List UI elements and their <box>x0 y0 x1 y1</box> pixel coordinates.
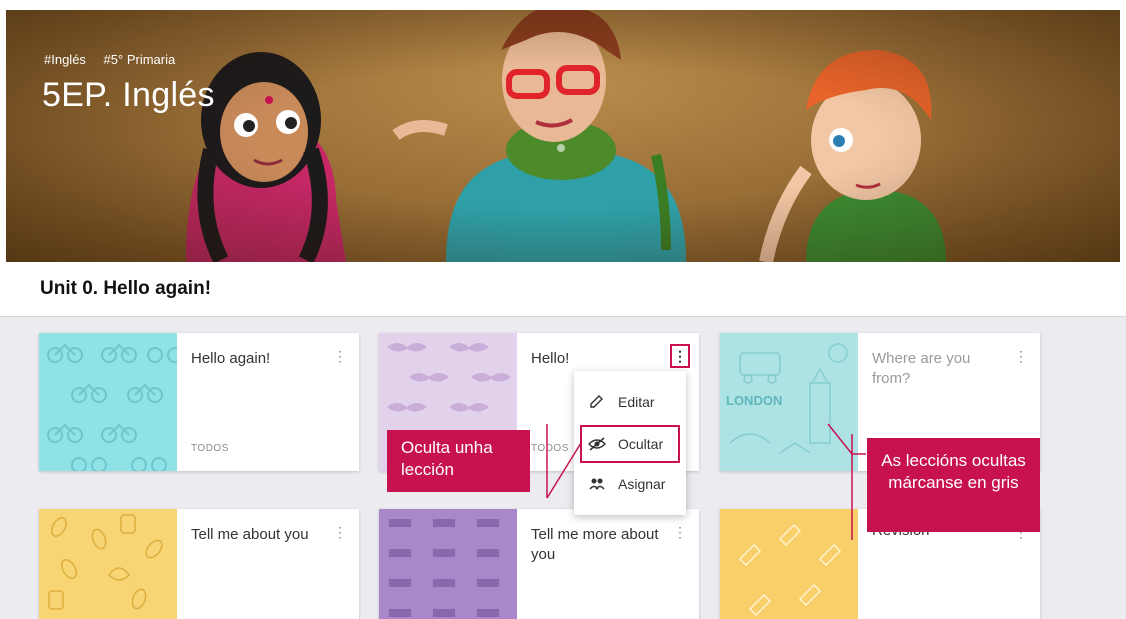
books-pattern <box>389 519 499 617</box>
audience-badge: TODOS <box>191 443 229 454</box>
lesson-title[interactable]: Tell me about you <box>191 525 326 545</box>
leaves-pattern <box>48 514 163 610</box>
audience-badge: TODOS <box>531 443 569 454</box>
unit-title: Unit 0. Hello again! <box>40 278 212 299</box>
tag[interactable]: #5° Primaria <box>104 52 176 67</box>
lesson-thumbnail <box>720 509 858 619</box>
lesson-title[interactable]: Where are you from? <box>872 349 1007 389</box>
menu-item-edit[interactable]: Editar <box>574 385 686 419</box>
lesson-title[interactable]: Tell me more about you <box>531 525 666 565</box>
menu-item-label: Ocultar <box>618 436 664 452</box>
banner-shade <box>6 10 1120 262</box>
assign-icon <box>589 478 605 490</box>
london-word-icon: LONDON <box>726 393 782 408</box>
london-pattern: LONDON <box>726 343 848 454</box>
menu-item-hide[interactable]: Ocultar <box>580 425 680 463</box>
lesson-context-menu: Editar Ocultar Asignar <box>574 371 686 515</box>
more-options-icon[interactable]: ⋮ <box>673 523 687 541</box>
course-tags: #Inglés #5° Primaria <box>44 52 189 67</box>
menu-item-assign[interactable]: Asignar <box>574 467 686 501</box>
callout-hidden-grey: As leccións ocultas márcanse en gris <box>867 438 1040 532</box>
course-banner: #Inglés #5° Primaria 5EP. Inglés <box>6 10 1120 262</box>
eye-off-icon <box>588 437 606 451</box>
lesson-card[interactable]: Tell me more about you ⋮ <box>379 509 699 619</box>
lesson-title[interactable]: Hello! <box>531 349 666 369</box>
tag[interactable]: #Inglés <box>44 52 86 67</box>
lesson-thumbnail: LONDON <box>720 333 858 471</box>
pencils-pattern <box>738 523 842 617</box>
more-options-icon[interactable]: ⋮ <box>1014 347 1028 365</box>
course-title: 5EP. Inglés <box>42 76 215 114</box>
menu-item-label: Editar <box>618 394 655 410</box>
more-options-icon[interactable]: ⋮ <box>670 344 690 368</box>
lesson-title[interactable]: Hello again! <box>191 349 326 369</box>
lesson-thumbnail <box>39 509 177 619</box>
callout-hide-lesson: Oculta unha lección <box>387 430 530 492</box>
bike-pattern <box>47 343 177 471</box>
more-options-icon[interactable]: ⋮ <box>333 523 347 541</box>
more-options-icon[interactable]: ⋮ <box>333 347 347 365</box>
menu-item-label: Asignar <box>618 476 666 492</box>
lesson-card[interactable]: Tell me about you ⋮ <box>39 509 359 619</box>
lesson-card[interactable]: Hello again! ⋮ TODOS <box>39 333 359 471</box>
lesson-thumbnail <box>379 509 517 619</box>
pencil-icon <box>590 395 603 408</box>
lesson-thumbnail <box>39 333 177 471</box>
